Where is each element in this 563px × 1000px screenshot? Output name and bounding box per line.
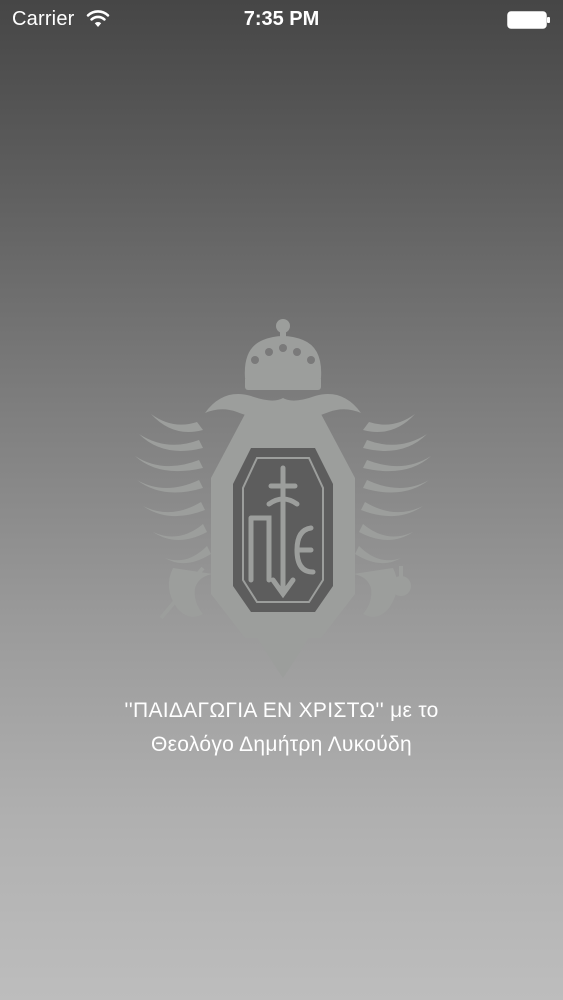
battery-icon bbox=[507, 11, 550, 29]
splash-caption: ''ΠΑΙΔΑΓΩΓΙΑ ΕΝ ΧΡΙΣΤΩ'' με το Θεολόγο Δ… bbox=[40, 694, 523, 762]
status-time: 7:35 PM bbox=[243, 8, 320, 30]
crown-icon bbox=[244, 319, 322, 390]
crest-emblem-icon bbox=[135, 319, 431, 678]
status-bar: Carrier 7:35 PM bbox=[0, 0, 563, 40]
caption-line-1: ''ΠΑΙΔΑΓΩΓΙΑ ΕΝ ΧΡΙΣΤΩ'' με το bbox=[124, 699, 439, 722]
caption-line-2: Θεολόγο Δημήτρη Λυκούδη bbox=[151, 733, 412, 756]
